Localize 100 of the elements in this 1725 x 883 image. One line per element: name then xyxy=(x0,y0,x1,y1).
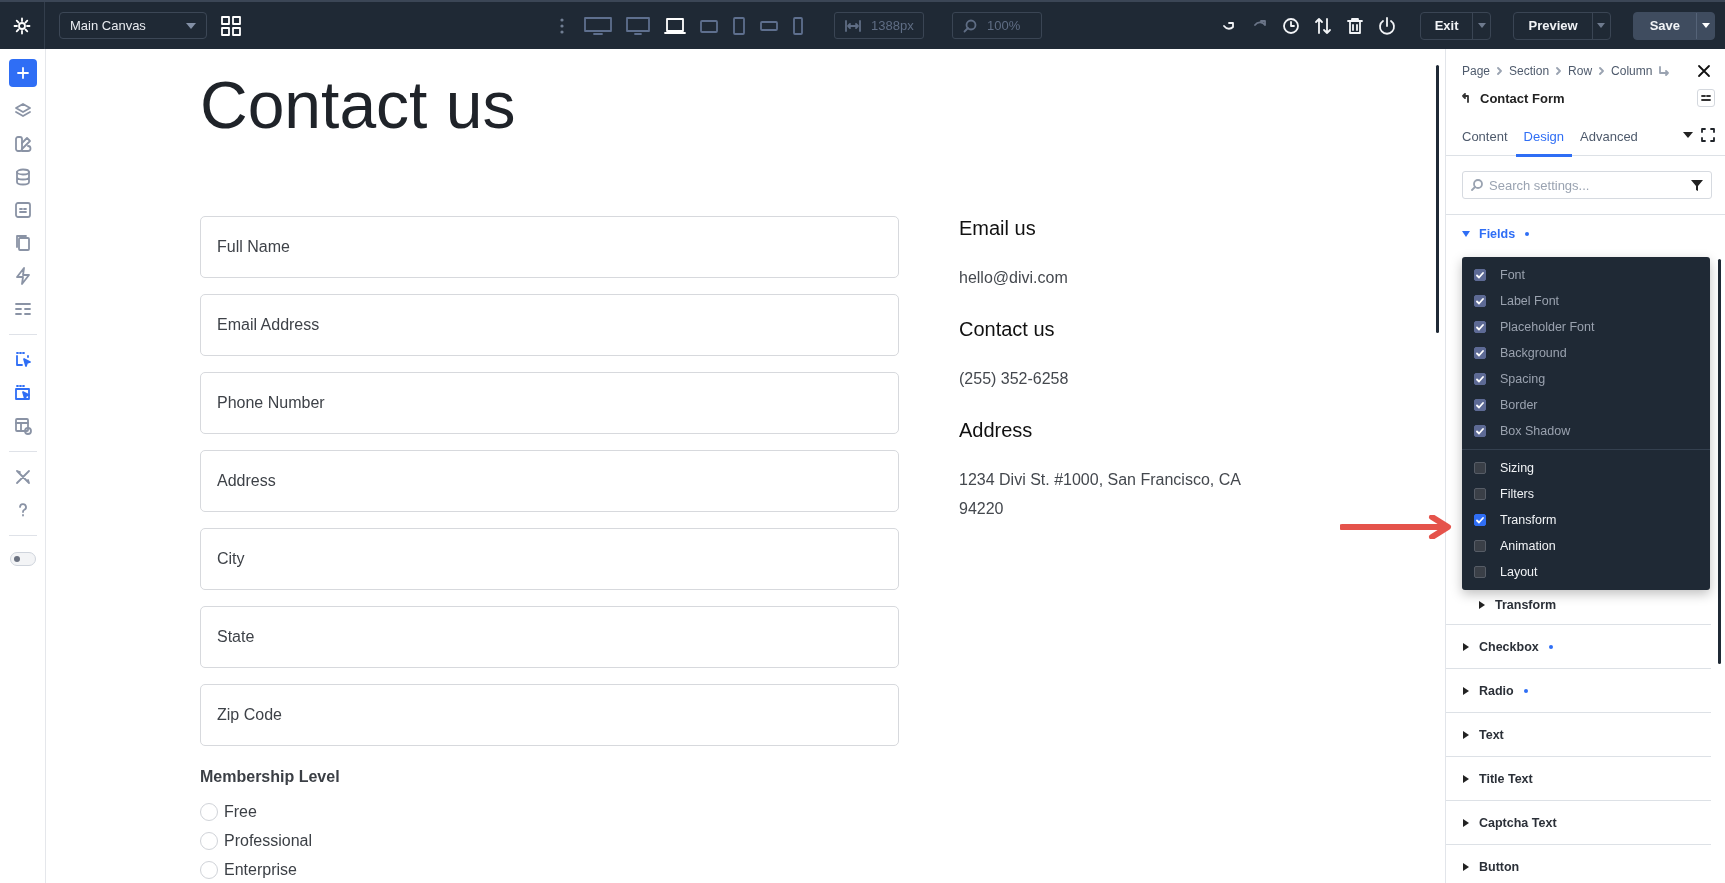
bolt-icon[interactable] xyxy=(13,267,32,285)
caret-icon xyxy=(1477,23,1486,28)
caret-icon xyxy=(1597,23,1606,28)
search-icon xyxy=(963,18,977,33)
text-input[interactable]: City xyxy=(200,527,899,590)
grid-icon[interactable] xyxy=(220,15,241,36)
filter-option[interactable]: Sizing xyxy=(1462,455,1710,481)
more-icon[interactable] xyxy=(560,17,564,34)
radio-option[interactable]: Free xyxy=(200,797,257,827)
trash-icon[interactable] xyxy=(1345,16,1364,35)
text-input[interactable]: Address xyxy=(200,449,899,512)
search-field[interactable]: Search settings... xyxy=(1462,171,1712,199)
rows-icon[interactable] xyxy=(13,300,32,318)
info-text: 1234 Divi St. #1000, San Francisco, CA 94220 xyxy=(959,469,1242,519)
check-icon xyxy=(1476,427,1484,435)
expand-icon[interactable] xyxy=(1701,128,1715,142)
info-text: hello@divi.com xyxy=(959,267,1069,288)
check-icon xyxy=(1476,271,1484,279)
chevron-icon xyxy=(1556,66,1562,75)
caret-icon[interactable] xyxy=(1463,862,1469,871)
info-text: (255) 352-6258 xyxy=(959,368,1070,389)
phone-icon[interactable] xyxy=(760,19,778,32)
clock-icon[interactable] xyxy=(1281,16,1300,35)
section-toggle[interactable]: Checkbox xyxy=(1479,639,1539,654)
section-toggle[interactable]: Fields xyxy=(1479,227,1516,241)
filter-option[interactable]: Transform xyxy=(1462,507,1710,533)
text-input[interactable]: Full Name xyxy=(200,215,899,278)
check-icon xyxy=(1476,297,1484,305)
caret-icon[interactable] xyxy=(1463,818,1469,827)
theme-toggle[interactable] xyxy=(9,552,36,566)
tools-icon[interactable] xyxy=(13,468,32,486)
panel-tab[interactable]: Advanced xyxy=(1572,118,1646,157)
section-toggle[interactable]: Radio xyxy=(1479,683,1514,698)
canvas-dropdown[interactable]: Main Canvas xyxy=(59,12,207,39)
scrollbar[interactable] xyxy=(1718,259,1721,664)
section-toggle[interactable]: Text xyxy=(1479,727,1504,742)
subsection-toggle[interactable]: Transform xyxy=(1495,598,1557,612)
layers-icon[interactable] xyxy=(13,102,32,120)
filter-icon[interactable] xyxy=(1691,179,1703,191)
preset-icon xyxy=(1701,95,1711,101)
chevron-icon xyxy=(1497,66,1503,75)
search-icon xyxy=(1471,179,1483,191)
section-toggle[interactable]: Title Text xyxy=(1479,771,1533,786)
tablet-icon[interactable] xyxy=(732,16,746,35)
add-button[interactable] xyxy=(8,59,37,87)
caret-icon xyxy=(185,22,196,29)
radio-option[interactable]: Enterprise xyxy=(200,855,297,883)
panel-tab[interactable]: Design xyxy=(1515,118,1572,157)
select-icon[interactable] xyxy=(13,384,32,402)
width-icon xyxy=(845,19,861,32)
laptop-icon[interactable] xyxy=(664,16,686,35)
breadcrumb-link[interactable]: Row xyxy=(1568,63,1593,78)
info-heading: Email us xyxy=(959,216,1037,240)
layout-icon[interactable] xyxy=(13,417,32,435)
close-icon[interactable] xyxy=(1697,63,1711,78)
palette-icon[interactable] xyxy=(13,135,32,153)
breadcrumb-link[interactable]: Column xyxy=(1611,63,1653,78)
caret-icon[interactable] xyxy=(1479,601,1485,609)
caret-icon[interactable] xyxy=(1463,642,1469,651)
text-input[interactable]: Phone Number xyxy=(200,371,899,434)
phone-icon[interactable] xyxy=(792,16,804,35)
copy-icon[interactable] xyxy=(13,234,32,252)
text-input[interactable]: Email Address xyxy=(200,293,899,356)
tablet-icon[interactable] xyxy=(700,18,718,33)
select-icon[interactable] xyxy=(13,351,32,369)
settings-icon[interactable] xyxy=(13,16,31,35)
return-icon xyxy=(1659,65,1670,76)
module-title: Contact Form xyxy=(1480,90,1565,106)
breadcrumb-link[interactable]: Page xyxy=(1462,63,1491,78)
breadcrumb-link[interactable]: Section xyxy=(1509,63,1550,78)
preset-button[interactable] xyxy=(1697,89,1715,107)
info-heading: Contact us xyxy=(959,317,1056,341)
panel-tab[interactable]: Content xyxy=(1454,118,1516,157)
filter-option[interactable]: Layout xyxy=(1462,559,1710,585)
sort-icon[interactable] xyxy=(1313,16,1332,35)
database-icon[interactable] xyxy=(13,168,32,186)
scrollbar[interactable] xyxy=(1436,65,1439,333)
monitor-icon[interactable] xyxy=(626,16,650,35)
desktop-icon[interactable] xyxy=(584,16,612,35)
form-icon[interactable] xyxy=(13,201,32,219)
filter-option[interactable]: Animation xyxy=(1462,533,1710,559)
check-icon xyxy=(1476,323,1484,331)
chevron-icon xyxy=(1599,66,1605,75)
field-label: Membership Level xyxy=(200,767,341,786)
text-input[interactable]: State xyxy=(200,605,899,668)
filter-option[interactable]: Filters xyxy=(1462,481,1710,507)
text-input[interactable]: Zip Code xyxy=(200,683,899,746)
caret-icon[interactable] xyxy=(1463,774,1469,783)
check-icon xyxy=(1476,401,1484,409)
section-toggle[interactable]: Button xyxy=(1479,859,1520,874)
power-icon[interactable] xyxy=(1377,16,1396,35)
radio-option[interactable]: Professional xyxy=(200,826,313,856)
caret-icon[interactable] xyxy=(1683,132,1693,138)
back-icon[interactable] xyxy=(1462,93,1472,103)
check-icon xyxy=(1476,375,1484,383)
caret-icon[interactable] xyxy=(1463,730,1469,739)
caret-icon[interactable] xyxy=(1463,686,1469,695)
check-icon xyxy=(1476,516,1484,524)
section-toggle[interactable]: Captcha Text xyxy=(1479,815,1557,830)
page-heading: Contact us xyxy=(200,69,517,142)
